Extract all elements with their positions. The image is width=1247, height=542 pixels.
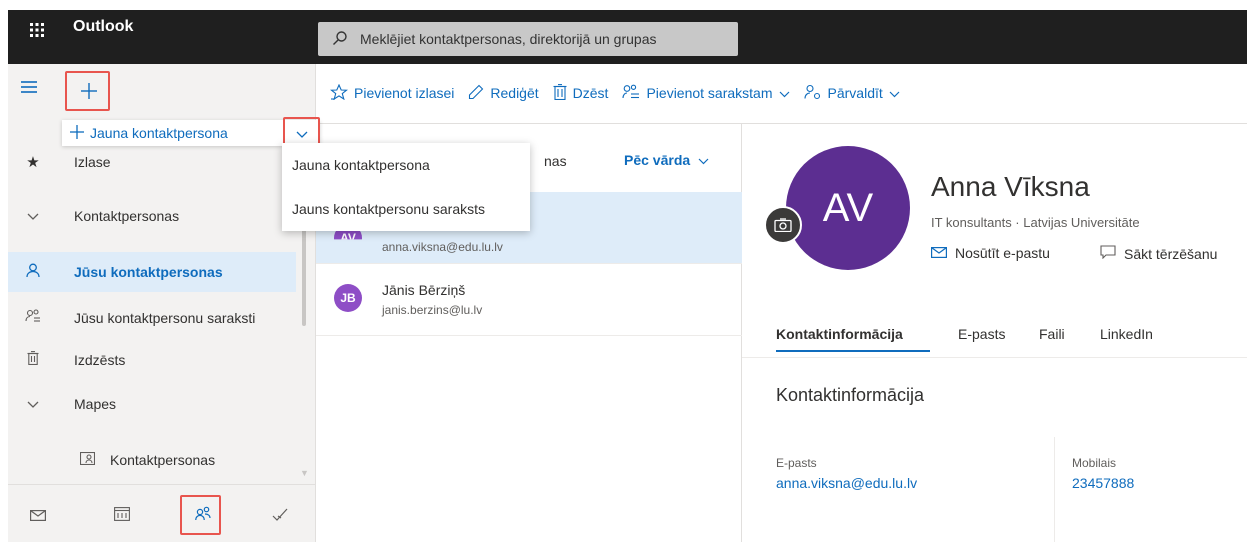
button-label: Sākt tērzēšanu xyxy=(1124,245,1218,262)
tab-email[interactable]: E-pasts xyxy=(958,326,1005,342)
tab-linkedin[interactable]: LinkedIn xyxy=(1100,326,1153,342)
trash-icon xyxy=(22,351,44,369)
chevron-down-icon xyxy=(22,208,44,225)
section-title: Kontaktinformācija xyxy=(776,385,925,405)
search-icon xyxy=(332,30,348,49)
new-contact-button[interactable]: Jauna kontaktpersona xyxy=(62,124,284,142)
sidebar-item-label: Kontaktpersonas xyxy=(74,208,180,224)
chevron-down-icon xyxy=(889,85,900,101)
manage-button[interactable]: Pārvaldīt xyxy=(803,84,900,103)
button-label: Dzēst xyxy=(572,85,609,101)
button-label: Nosūtīt e-pastu xyxy=(955,245,1050,261)
send-email-button[interactable]: Nosūtīt e-pastu xyxy=(931,245,1050,261)
contact-full-name: Anna Vīksna xyxy=(931,171,1090,202)
tab-contact-info[interactable]: Kontaktinformācija xyxy=(776,326,903,342)
button-label: Pievienot sarakstam xyxy=(646,85,773,101)
new-item-menu: Jauna kontaktpersona Jauns kontaktperson… xyxy=(282,143,530,231)
contact-detail-pane: AV Anna Vīksna IT konsultants · Latvijas… xyxy=(742,124,1247,542)
sidebar-item-contacts-group[interactable]: Kontaktpersonas xyxy=(8,196,308,236)
edit-button[interactable]: Rediģēt xyxy=(468,84,539,103)
button-label: Pievienot izlasei xyxy=(354,85,455,101)
sidebar-item-label: Kontaktpersonas xyxy=(110,452,216,468)
sidebar-item-folder-contacts[interactable]: Kontaktpersonas xyxy=(8,440,308,480)
contact-card-icon xyxy=(76,451,98,469)
menu-item-new-contact-list[interactable]: Jauns kontaktpersonu saraksts xyxy=(282,187,530,231)
sort-by-name-button[interactable]: Pēc vārda xyxy=(624,152,709,168)
sidebar-item-your-contacts[interactable]: Jūsu kontaktpersonas xyxy=(8,252,296,292)
app-title: Outlook xyxy=(73,18,134,35)
tasks-icon[interactable] xyxy=(272,508,288,527)
camera-icon[interactable] xyxy=(764,206,802,244)
mobile-link[interactable]: 23457888 xyxy=(1072,475,1134,491)
contact-list-icon xyxy=(22,308,44,328)
sidebar-item-deleted[interactable]: Izdzēsts xyxy=(8,340,308,380)
person-gear-icon xyxy=(803,84,822,103)
contact-name: Jānis Bērziņš xyxy=(382,282,466,298)
top-bar: Outlook Meklējiet kontaktpersonas, direk… xyxy=(0,0,1247,64)
contact-list-icon xyxy=(622,84,640,103)
add-to-list-button[interactable]: Pievienot sarakstam xyxy=(622,84,789,103)
button-label: Pārvaldīt xyxy=(827,85,883,101)
plus-icon xyxy=(70,124,84,142)
contact-subtitle: IT konsultants · Latvijas Universitāte xyxy=(931,215,1140,230)
sidebar-item-contact-lists[interactable]: Jūsu kontaktpersonu saraksti xyxy=(8,298,308,338)
button-label: Rediģēt xyxy=(490,85,539,101)
avatar: JB xyxy=(334,284,362,312)
command-bar: Pievienot izlasei Rediģēt Dzēst Pievieno… xyxy=(316,64,1247,122)
mobile-label: Mobilais xyxy=(1072,456,1117,470)
divider xyxy=(8,484,316,485)
scroll-down-arrow-icon[interactable]: ▼ xyxy=(300,468,309,478)
button-label: Jauna kontaktpersona xyxy=(90,125,228,141)
chat-icon xyxy=(1100,245,1116,262)
sidebar-item-label: Jūsu kontaktpersonu saraksti xyxy=(74,310,256,326)
sidebar-item-label: Izlase xyxy=(74,154,111,170)
highlight-people-icon xyxy=(180,495,221,535)
highlight-new-button xyxy=(65,71,110,111)
email-label: E-pasts xyxy=(776,456,817,470)
sidebar-item-label: Mapes xyxy=(74,396,117,412)
app-launcher-icon[interactable] xyxy=(18,14,56,46)
star-outline-icon xyxy=(330,83,348,103)
pencil-icon xyxy=(468,84,484,103)
mail-icon[interactable] xyxy=(30,508,47,526)
sidebar-item-favorites[interactable]: ★ Izlase xyxy=(8,142,308,182)
hamburger-menu-icon[interactable] xyxy=(20,80,38,99)
search-placeholder: Meklējiet kontaktpersonas, direktorijā u… xyxy=(360,31,657,47)
mail-icon xyxy=(931,245,948,261)
search-box[interactable]: Meklējiet kontaktpersonas, direktorijā u… xyxy=(318,22,738,56)
contact-email: janis.berzins@lu.lv xyxy=(382,303,483,317)
chevron-down-icon xyxy=(698,152,709,168)
avatar: AV xyxy=(786,146,910,270)
start-chat-button[interactable]: Sākt tērzēšanu xyxy=(1100,245,1217,262)
sort-label: Pēc vārda xyxy=(624,152,691,168)
divider xyxy=(742,357,1247,358)
trash-icon xyxy=(553,83,567,103)
person-icon xyxy=(22,263,44,282)
chevron-down-icon xyxy=(22,396,44,413)
sidebar-item-label: Izdzēsts xyxy=(74,352,126,368)
tab-files[interactable]: Faili xyxy=(1039,326,1065,342)
divider xyxy=(1054,437,1055,542)
contact-email: anna.viksna@edu.lu.lv xyxy=(382,240,503,254)
sidebar-item-folders[interactable]: Mapes xyxy=(8,384,308,424)
list-item[interactable]: JB Jānis Bērziņš janis.berzins@lu.lv xyxy=(316,264,742,336)
active-tab-indicator xyxy=(776,350,930,352)
list-header-title: nas xyxy=(544,153,567,169)
add-to-favorites-button[interactable]: Pievienot izlasei xyxy=(330,83,455,103)
star-icon: ★ xyxy=(26,154,40,171)
sidebar-item-label: Jūsu kontaktpersonas xyxy=(74,264,223,280)
delete-button[interactable]: Dzēst xyxy=(553,83,609,103)
menu-item-new-contact[interactable]: Jauna kontaktpersona xyxy=(282,143,530,187)
chevron-down-icon xyxy=(779,85,790,101)
calendar-icon[interactable] xyxy=(114,506,130,526)
email-link[interactable]: anna.viksna@edu.lu.lv xyxy=(776,475,917,491)
